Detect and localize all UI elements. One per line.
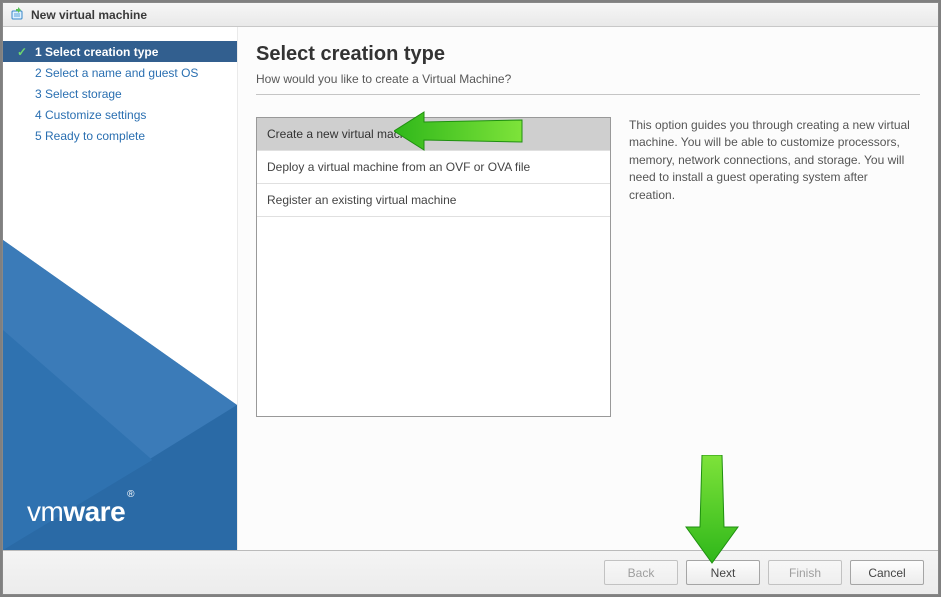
page-heading: Select creation type — [256, 43, 920, 66]
vm-icon — [9, 7, 25, 23]
back-button[interactable]: Back — [604, 560, 678, 585]
creation-type-list: Create a new virtual machineDeploy a vir… — [256, 117, 611, 417]
cancel-button[interactable]: Cancel — [850, 560, 924, 585]
titlebar: New virtual machine — [3, 3, 938, 27]
window-title: New virtual machine — [31, 8, 147, 22]
sidebar-decor — [3, 170, 237, 550]
wizard-step-1: ✓ 1 Select creation type — [3, 41, 237, 62]
wizard-step-4[interactable]: 4 Customize settings — [3, 104, 237, 125]
option-description: This option guides you through creating … — [629, 117, 920, 204]
wizard-dialog: New virtual machine ✓ 1 Select creation t… — [2, 2, 939, 595]
main-panel: Select creation type How would you like … — [238, 27, 938, 550]
content-row: Create a new virtual machineDeploy a vir… — [256, 117, 920, 417]
page-subheading: How would you like to create a Virtual M… — [256, 72, 920, 86]
wizard-step-label: 1 Select creation type — [35, 45, 158, 59]
wizard-sidebar: ✓ 1 Select creation type 2 Select a name a… — [3, 27, 238, 550]
wizard-step-label: 3 Select storage — [35, 87, 122, 101]
vmware-logo: vmware® — [27, 496, 134, 528]
creation-option-1[interactable]: Deploy a virtual machine from an OVF or … — [257, 151, 610, 184]
wizard-footer: Back Next Finish Cancel — [3, 550, 938, 594]
wizard-step-label: 5 Ready to complete — [35, 129, 145, 143]
dialog-body: ✓ 1 Select creation type 2 Select a name a… — [3, 27, 938, 550]
wizard-step-5[interactable]: 5 Ready to complete — [3, 125, 237, 146]
divider — [256, 94, 920, 95]
creation-option-2[interactable]: Register an existing virtual machine — [257, 184, 610, 217]
wizard-step-label: 2 Select a name and guest OS — [35, 66, 198, 80]
finish-button[interactable]: Finish — [768, 560, 842, 585]
check-icon: ✓ — [17, 45, 29, 59]
wizard-step-3[interactable]: 3 Select storage — [3, 83, 237, 104]
wizard-step-2[interactable]: 2 Select a name and guest OS — [3, 62, 237, 83]
wizard-step-label: 4 Customize settings — [35, 108, 146, 122]
next-button[interactable]: Next — [686, 560, 760, 585]
wizard-steps: ✓ 1 Select creation type 2 Select a name a… — [3, 27, 237, 146]
creation-option-0[interactable]: Create a new virtual machine — [257, 118, 610, 151]
